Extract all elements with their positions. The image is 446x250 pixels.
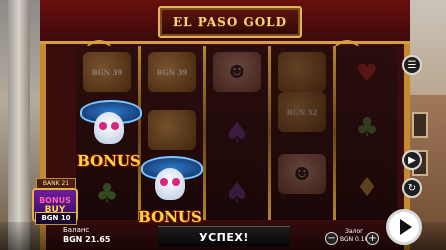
balance-display: Баланс BGN 21.65 <box>63 226 110 244</box>
minus-icon: − <box>327 233 336 244</box>
bet-label: Залог <box>345 228 364 235</box>
reel-3: ☻ ♠ ♠ <box>206 46 268 220</box>
club-symbol: ♣ <box>355 113 379 143</box>
bet-decrease-button[interactable]: − <box>325 232 338 245</box>
game-title-plate: EL PASO GOLD <box>158 6 302 38</box>
spade-symbol: ♠ <box>224 115 250 149</box>
menu-icon: ☰ <box>407 59 417 71</box>
bandit-symbol: ☻ <box>213 52 261 92</box>
diamond-symbol: ♦ <box>355 173 379 203</box>
gold-bar-symbol: BGN 39 <box>83 52 131 92</box>
menu-button[interactable]: ☰ <box>402 55 422 75</box>
bonus-buy-line1: BONUS <box>39 195 71 205</box>
bandit-symbol: ☻ <box>278 154 326 194</box>
gold-bar-symbol <box>148 110 196 150</box>
skull-eye <box>172 178 180 186</box>
bet-increase-button[interactable]: + <box>366 232 379 245</box>
symbol-value: BGN 39 <box>156 67 188 77</box>
gold-bar-symbol <box>278 52 326 92</box>
spade-symbol: ♠ <box>224 175 250 209</box>
bonus-label: BONUS <box>138 208 202 226</box>
gold-bar-symbol: BGN 39 <box>148 52 196 92</box>
skull-icon <box>94 112 124 144</box>
symbol-value: BGN 32 <box>286 107 318 117</box>
message-text: УСПЕХ! <box>199 230 249 244</box>
spin-button[interactable] <box>386 209 422 245</box>
plus-icon: + <box>368 233 377 244</box>
skull-eye <box>160 178 168 186</box>
reel-5: ♥ ♣ ♦ <box>336 46 398 220</box>
bet-display: Залог BGN 0.10 <box>340 228 368 244</box>
symbol-value: BGN 39 <box>91 67 123 77</box>
game-title: EL PASO GOLD <box>172 15 288 29</box>
bonus-symbol: BONUS <box>76 100 142 170</box>
play-icon: ▶ <box>408 154 416 166</box>
skull-eye <box>111 122 119 130</box>
bonus-symbol: BONUS <box>137 156 203 226</box>
balance-value: BGN 21.65 <box>63 235 111 244</box>
club-symbol: ♣ <box>95 179 119 209</box>
play-button[interactable]: ▶ <box>402 150 422 170</box>
building-window <box>412 112 428 138</box>
skull-eye <box>99 122 107 130</box>
skull-icon <box>155 168 185 200</box>
message-bar: УСПЕХ! <box>158 226 290 247</box>
bet-value: BGN 0.10 <box>340 236 369 243</box>
game-scene: EL PASO GOLD BGN 39 ♣ BGN 39 ☻ ♠ ♠ BGN 3… <box>0 0 446 250</box>
autoplay-button[interactable]: ↻ <box>402 178 422 198</box>
heart-symbol: ♥ <box>356 57 378 87</box>
balance-label: Баланс <box>63 226 90 234</box>
background-pole <box>8 0 30 250</box>
bonus-label: BONUS <box>77 152 141 170</box>
reel-4: BGN 32 ☻ <box>271 46 333 220</box>
autoplay-icon: ↻ <box>407 182 417 194</box>
spin-icon <box>399 219 412 235</box>
gold-bar-symbol: BGN 32 <box>278 92 326 132</box>
